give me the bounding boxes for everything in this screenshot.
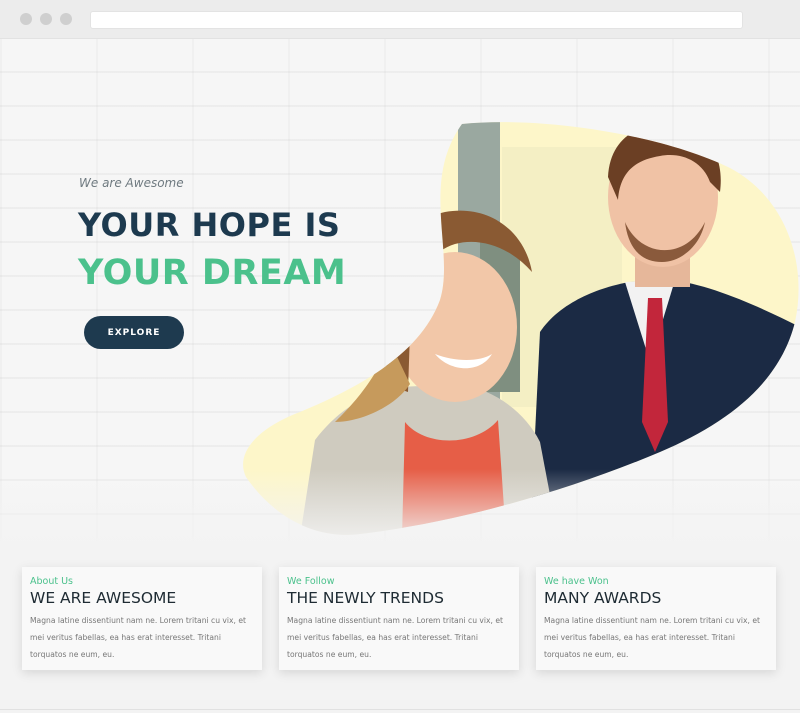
card-title: WE ARE AWESOME — [30, 589, 177, 607]
window-close-dot[interactable] — [20, 13, 32, 25]
card-title: MANY AWARDS — [544, 589, 662, 607]
card-title: THE NEWLY TRENDS — [287, 589, 444, 607]
card-text: Magna latine dissentiunt nam ne. Lorem t… — [287, 616, 504, 659]
hero-section: We are Awesome YOUR HOPE IS YOUR DREAM E… — [0, 39, 800, 549]
card-kicker: We have Won — [544, 576, 609, 587]
card-kicker: We Follow — [287, 576, 335, 587]
window-maximize-dot[interactable] — [60, 13, 72, 25]
explore-button[interactable]: EXPLORE — [84, 316, 184, 349]
page-bottom-divider — [0, 709, 800, 710]
feature-card-awards: We have Won MANY AWARDS Magna latine dis… — [536, 567, 776, 670]
card-kicker: About Us — [30, 576, 74, 587]
feature-card-trends: We Follow THE NEWLY TRENDS Magna latine … — [279, 567, 519, 670]
card-text: Magna latine dissentiunt nam ne. Lorem t… — [30, 616, 247, 659]
window-minimize-dot[interactable] — [40, 13, 52, 25]
address-bar[interactable] — [90, 11, 743, 29]
hero-bottom-fade — [0, 469, 800, 549]
card-text: Magna latine dissentiunt nam ne. Lorem t… — [544, 616, 761, 659]
hero-eyebrow: We are Awesome — [79, 176, 184, 190]
feature-card-about: About Us WE ARE AWESOME Magna latine dis… — [22, 567, 262, 670]
browser-chrome — [0, 0, 800, 39]
